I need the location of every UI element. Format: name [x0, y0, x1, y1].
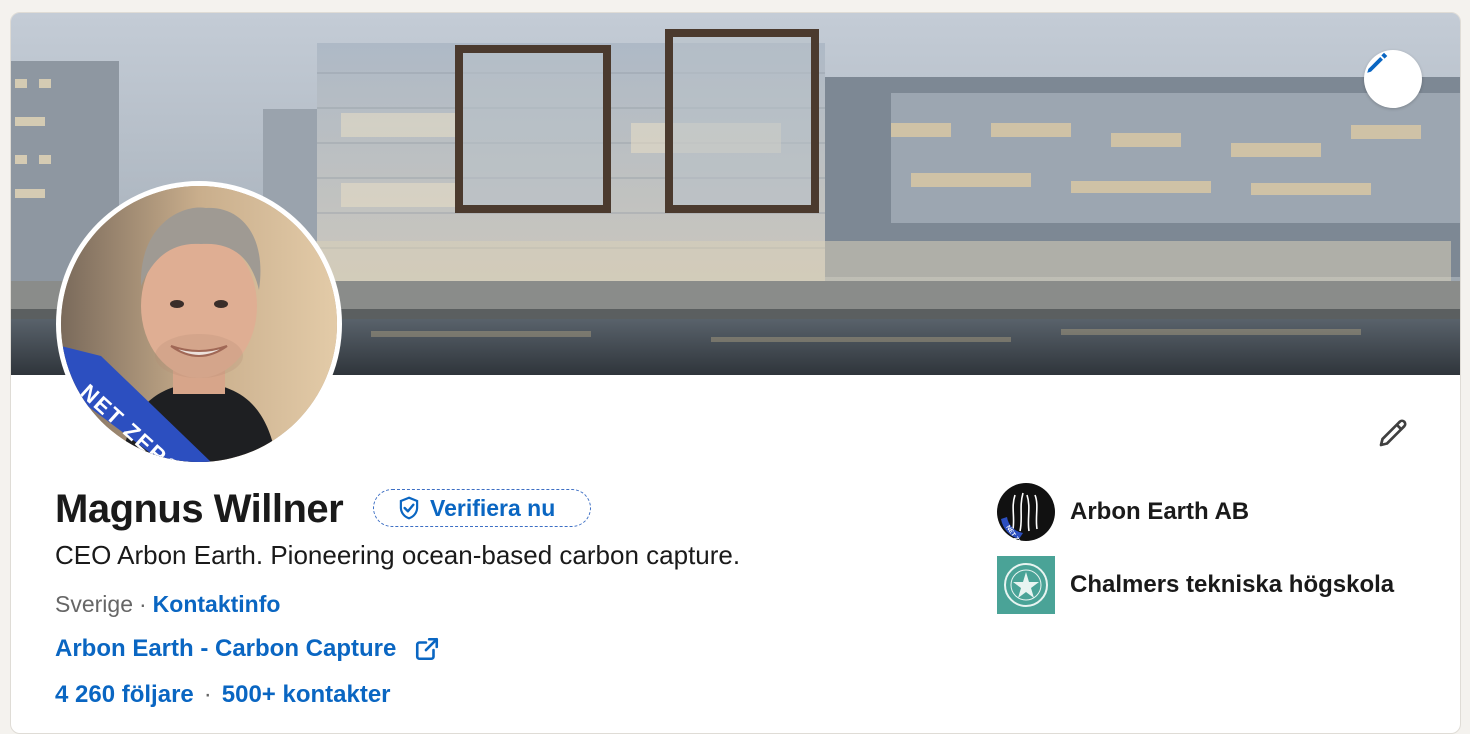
- separator-dot: ·: [138, 591, 147, 617]
- connections-link[interactable]: 500+ kontakter: [222, 681, 391, 709]
- arbon-earth-logo: NET ZERO: [997, 483, 1055, 541]
- pencil-icon: [1379, 419, 1407, 447]
- followers-link[interactable]: 4 260 följare: [55, 681, 194, 709]
- website-link[interactable]: Arbon Earth - Carbon Capture: [55, 635, 440, 663]
- org-arbon-earth[interactable]: NET ZERO Arbon Earth AB: [997, 483, 1249, 541]
- edit-intro-button[interactable]: [1371, 411, 1415, 455]
- shield-check-icon: [399, 496, 419, 520]
- separator-dot: ·: [203, 681, 212, 708]
- location-text: Sverige: [55, 591, 133, 617]
- profile-card: NET ZERO Magnus Willner Verifiera nu CEO…: [10, 12, 1461, 734]
- profile-headline: CEO Arbon Earth. Pioneering ocean-based …: [55, 540, 741, 570]
- location-row: Sverige · Kontaktinfo: [55, 591, 280, 618]
- org-name: Chalmers tekniska högskola: [1070, 571, 1395, 598]
- contact-info-link[interactable]: Kontaktinfo: [153, 591, 281, 618]
- profile-photo[interactable]: NET ZERO: [56, 181, 342, 467]
- verify-now-button[interactable]: Verifiera nu: [373, 489, 591, 527]
- org-chalmers[interactable]: Chalmers tekniska högskola: [997, 556, 1394, 614]
- external-link-icon[interactable]: [414, 636, 440, 662]
- website-label[interactable]: Arbon Earth - Carbon Capture: [55, 635, 396, 663]
- profile-photo-image: NET ZERO: [61, 186, 337, 462]
- network-stats: 4 260 följare · 500+ kontakter: [55, 681, 391, 709]
- org-name: Arbon Earth AB: [1070, 498, 1250, 525]
- chalmers-seal-logo: [997, 556, 1055, 614]
- edit-cover-button[interactable]: [1364, 50, 1422, 108]
- pencil-icon: [1367, 52, 1388, 73]
- verify-now-label: Verifiera nu: [430, 494, 556, 521]
- profile-name: Magnus Willner: [55, 487, 344, 531]
